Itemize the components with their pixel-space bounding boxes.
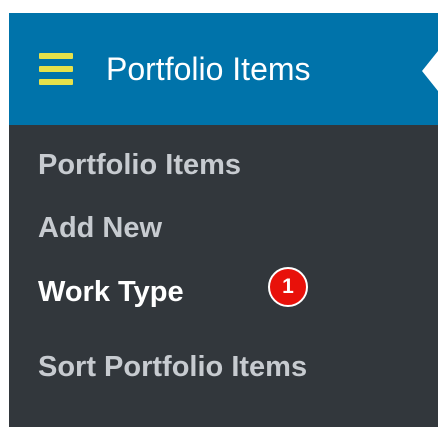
hamburger-bar — [39, 79, 73, 85]
step-badge: 1 — [268, 267, 308, 307]
menu-header-title[interactable]: Portfolio Items — [106, 49, 311, 89]
hamburger-bar — [39, 66, 73, 72]
submenu-item-work-type[interactable]: Work Type — [38, 274, 184, 310]
submenu-item-add-new[interactable]: Add New — [38, 210, 162, 246]
submenu-item-portfolio-items[interactable]: Portfolio Items — [38, 147, 241, 183]
current-menu-arrow-icon — [422, 51, 438, 91]
submenu-item-sort-portfolio-items[interactable]: Sort Portfolio Items — [38, 349, 307, 385]
admin-menu-panel: Portfolio Items Portfolio Items Add New … — [9, 13, 438, 427]
menu-header-portfolio-items[interactable]: Portfolio Items — [9, 13, 438, 125]
hamburger-bar — [39, 53, 73, 59]
hamburger-menu-icon — [39, 53, 73, 85]
